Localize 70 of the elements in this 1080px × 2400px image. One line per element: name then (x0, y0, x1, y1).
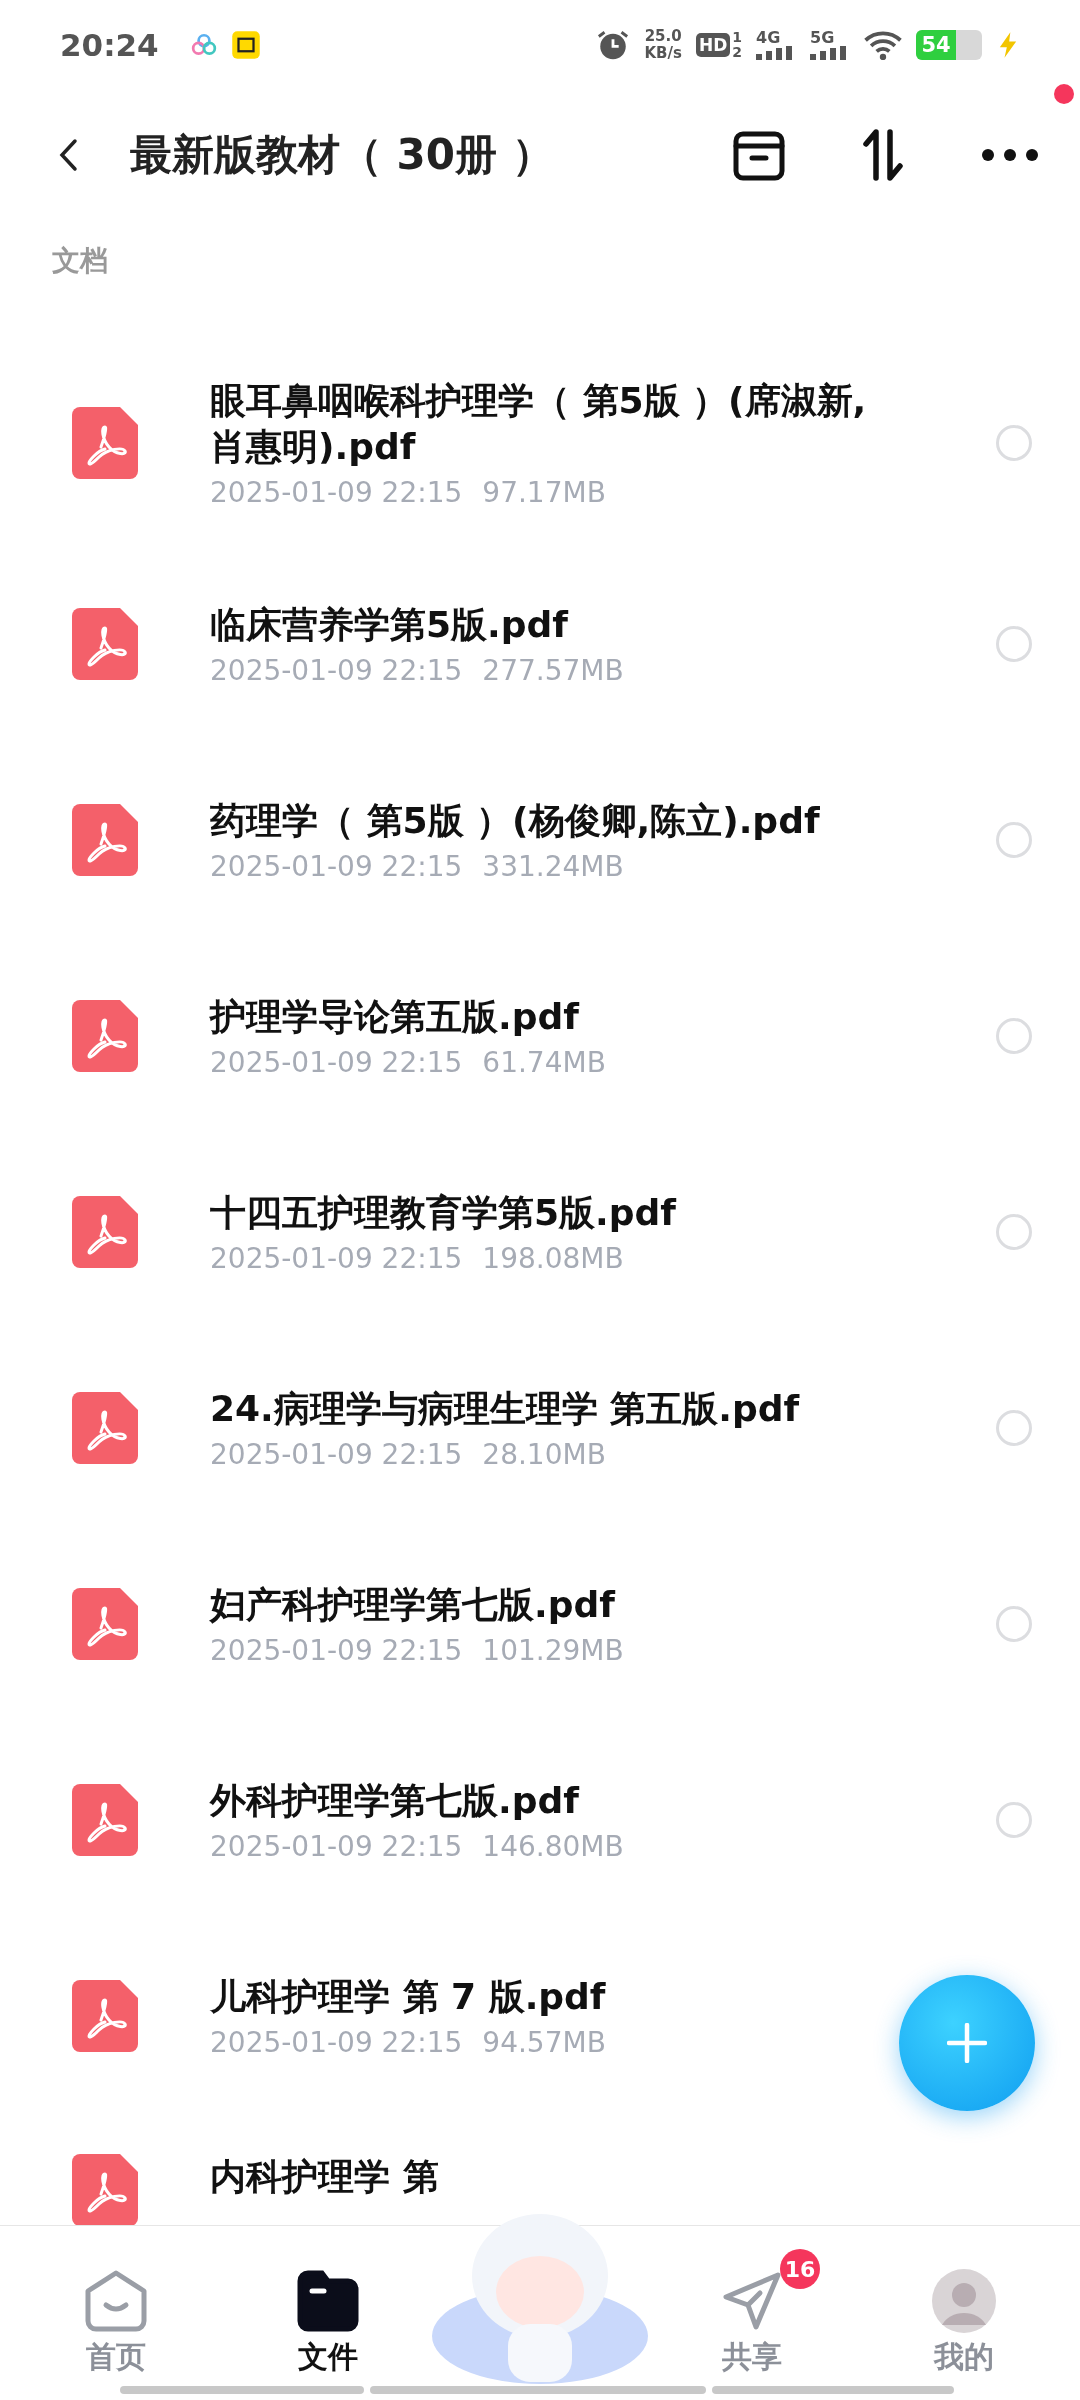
file-name[interactable]: 内科护理学 第 (210, 2154, 439, 2200)
file-name[interactable]: 妇产科护理学第七版.pdf (210, 1581, 615, 1628)
file-name[interactable]: 眼耳鼻咽喉科护理学（ 第5版 ）(席淑新,肖惠明).pdf (210, 377, 870, 470)
file-date: 2025-01-09 22:15 (210, 1241, 463, 1275)
file-size: 277.57MB (482, 653, 624, 687)
pdf-file-icon (72, 608, 138, 680)
battery-icon: 54 (916, 30, 982, 60)
back-icon[interactable] (58, 138, 78, 172)
select-checkbox[interactable] (996, 1606, 1032, 1642)
avatar-icon (932, 2269, 996, 2333)
file-size: 28.10MB (482, 1437, 606, 1471)
file-size: 101.29MB (482, 1633, 624, 1667)
pdf-file-icon (72, 1392, 138, 1464)
file-date: 2025-01-09 22:15 (210, 1437, 463, 1471)
select-checkbox[interactable] (996, 1214, 1032, 1250)
file-date: 2025-01-09 22:15 (210, 849, 463, 883)
status-time: 20:24 (60, 27, 159, 63)
app-icon (230, 30, 261, 60)
file-date: 2025-01-09 22:15 (210, 2025, 463, 2059)
speed-unit: KB/s (644, 45, 682, 62)
network-type: 5G (810, 30, 835, 46)
add-button[interactable] (899, 1975, 1035, 2111)
file-size: 61.74MB (482, 1045, 606, 1079)
file-date: 2025-01-09 22:15 (210, 475, 463, 509)
hd-badge: HD (695, 33, 731, 57)
more-icon[interactable] (980, 148, 1040, 162)
pdf-file-icon (72, 804, 138, 876)
file-name[interactable]: 儿科护理学 第 7 版.pdf (210, 1973, 606, 2020)
sim-number: 1 (732, 30, 742, 45)
file-name[interactable]: 临床营养学第5版.pdf (210, 601, 568, 648)
pdf-file-icon (72, 1000, 138, 1072)
select-checkbox[interactable] (996, 1802, 1032, 1838)
select-checkbox[interactable] (996, 1410, 1032, 1446)
file-name[interactable]: 护理学导论第五版.pdf (210, 993, 579, 1040)
pdf-file-icon (72, 1980, 138, 2052)
select-checkbox[interactable] (996, 626, 1032, 662)
file-name[interactable]: 24.病理学与病理生理学 第五版.pdf (210, 1385, 800, 1432)
select-checkbox[interactable] (996, 1018, 1032, 1054)
nav-tab[interactable]: 16 共享 (652, 2243, 852, 2386)
file-date: 2025-01-09 22:15 (210, 1633, 463, 1667)
file-date: 2025-01-09 22:15 (210, 1045, 463, 1079)
sim-number: 2 (732, 45, 742, 60)
pdf-file-icon (72, 1588, 138, 1660)
page-title: 最新版教材（ 30册 ） (130, 129, 555, 181)
select-checkbox[interactable] (996, 425, 1032, 461)
file-date: 2025-01-09 22:15 (210, 653, 463, 687)
file-size: 146.80MB (482, 1829, 624, 1863)
file-name[interactable]: 药理学（ 第5版 ）(杨俊卿,陈立).pdf (210, 797, 820, 844)
file-size: 94.57MB (482, 2025, 606, 2059)
file-size: 97.17MB (482, 475, 606, 509)
pdf-file-icon (72, 1784, 138, 1856)
network-type: 4G (756, 30, 781, 46)
alarm-icon (596, 28, 631, 62)
file-size: 331.24MB (482, 849, 624, 883)
nav-tab[interactable]: 文件 (228, 2243, 428, 2386)
notification-badge: 16 (780, 2249, 820, 2289)
pdf-file-icon (72, 1196, 138, 1268)
home-icon (84, 2269, 148, 2333)
file-name[interactable]: 十四五护理教育学第5版.pdf (210, 1189, 676, 1236)
file-size: 198.08MB (482, 1241, 624, 1275)
select-checkbox[interactable] (996, 822, 1032, 858)
plus-icon (947, 2023, 987, 2063)
cloud-app-icon (190, 32, 217, 58)
file-name[interactable]: 外科护理学第七版.pdf (210, 1777, 579, 1824)
folder-icon (296, 2269, 360, 2333)
pdf-file-icon (72, 407, 138, 479)
wifi-icon (864, 29, 902, 61)
section-title: 文档 (51, 243, 109, 279)
network-speed: 25.0 (644, 28, 682, 45)
file-date: 2025-01-09 22:15 (210, 1829, 463, 1863)
